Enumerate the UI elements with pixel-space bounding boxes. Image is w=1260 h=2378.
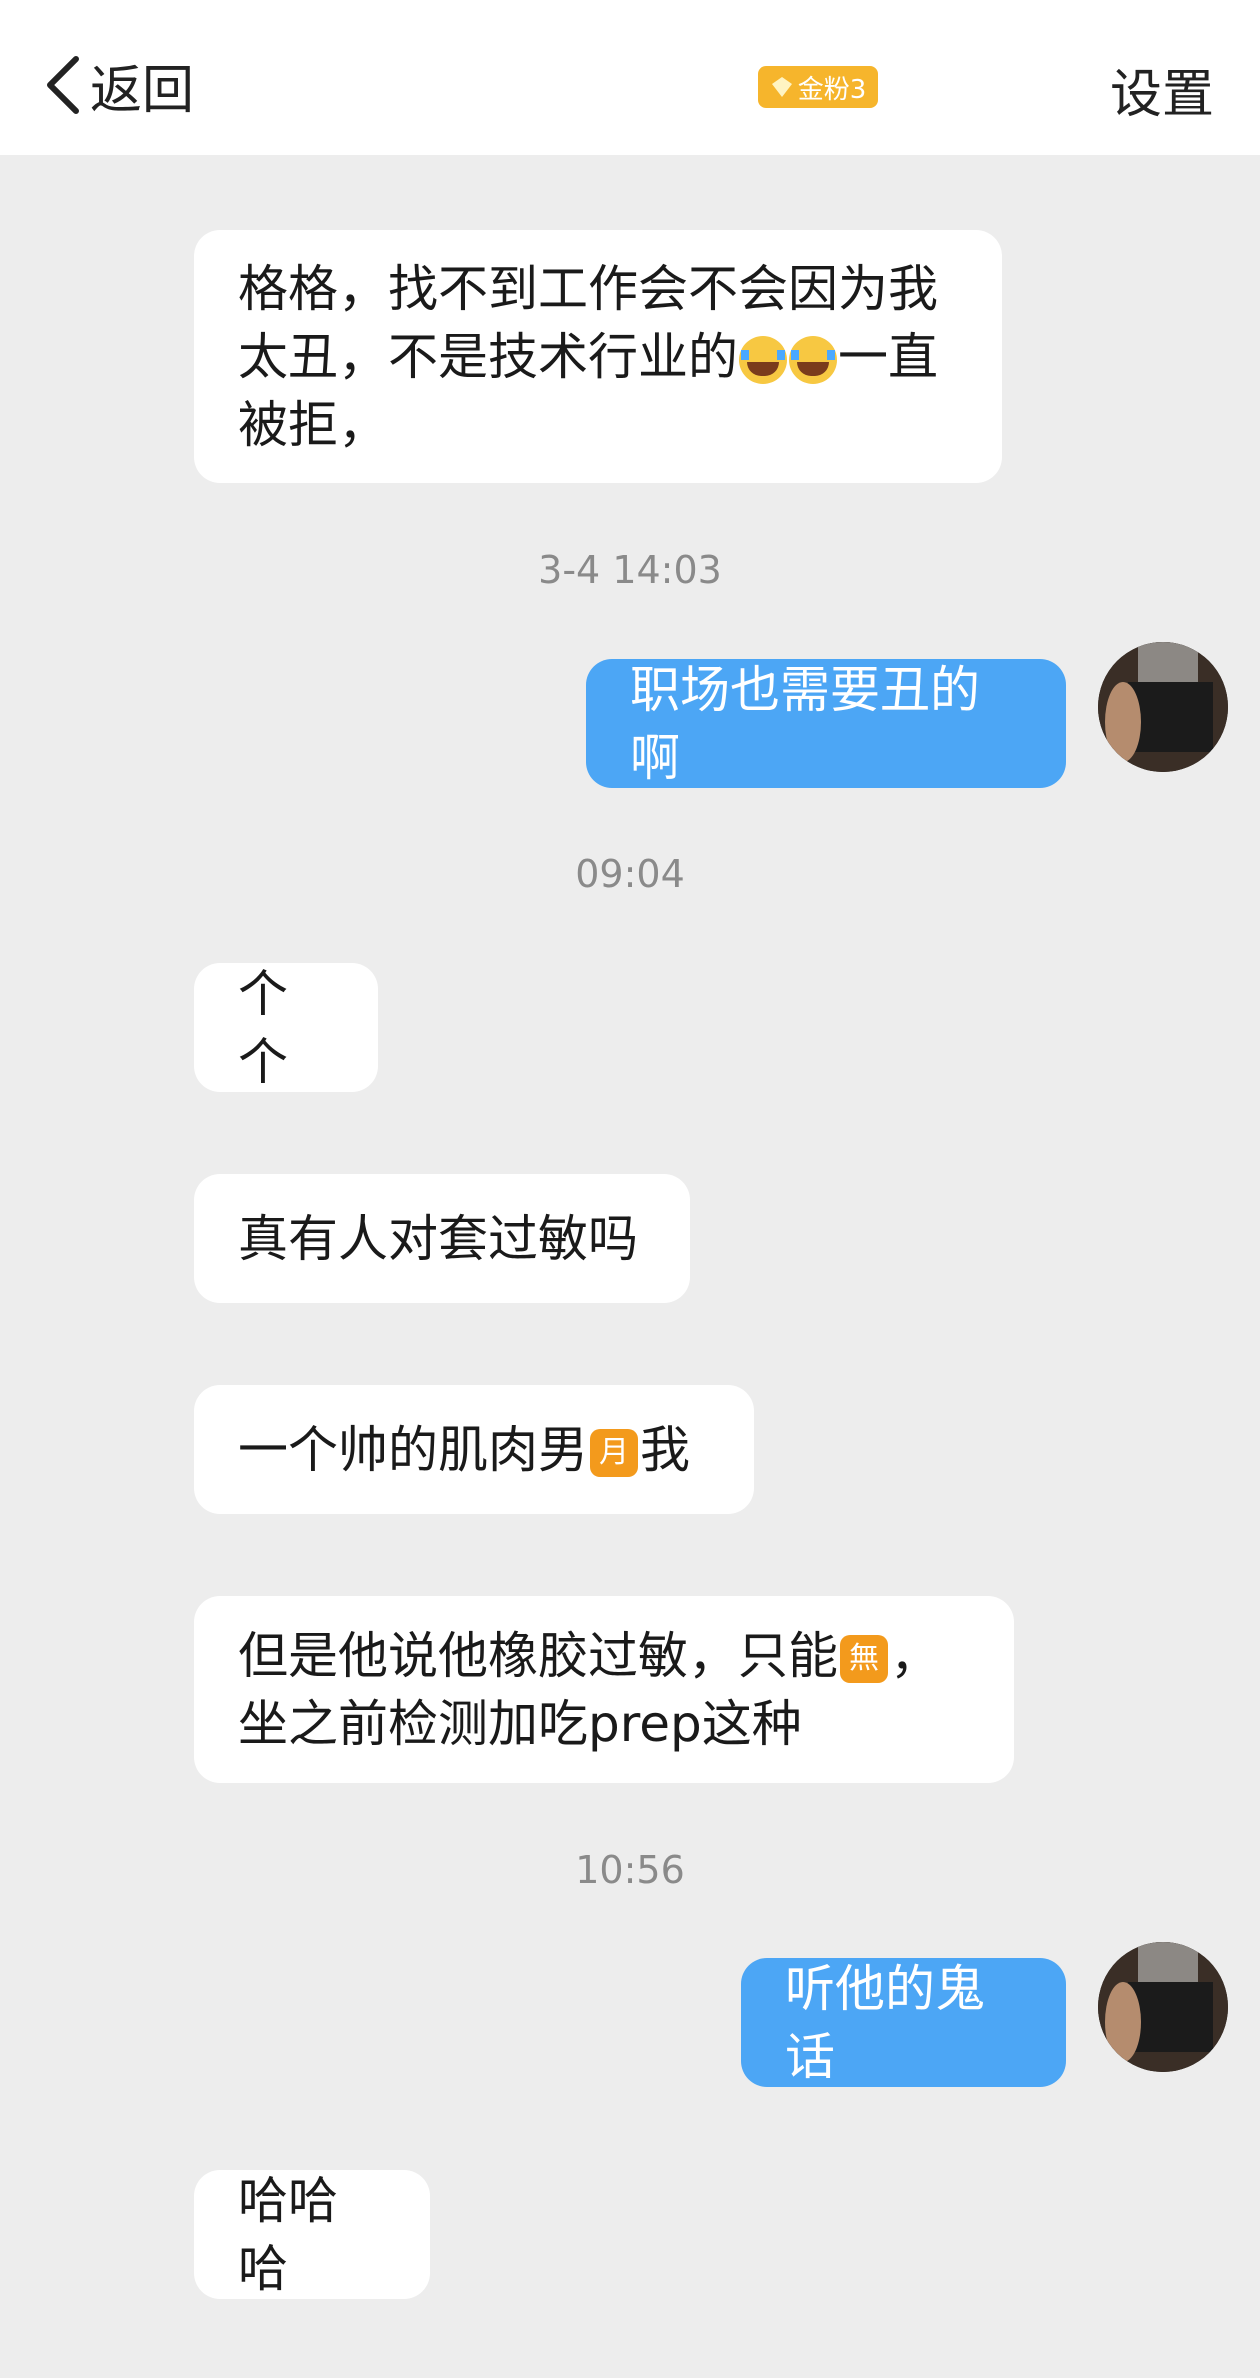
message-text: 听他的鬼话 bbox=[785, 1959, 985, 2086]
crying-face-icon bbox=[789, 336, 837, 384]
message-bubble[interactable]: 真有人对套过敏吗 bbox=[194, 1174, 690, 1303]
message-text: 哈哈哈 bbox=[238, 2171, 338, 2298]
badge-label: 金粉3 bbox=[797, 74, 867, 105]
timestamp: 09:04 bbox=[575, 852, 685, 896]
message-bubble-self[interactable]: 听他的鬼话 bbox=[741, 1958, 1066, 2087]
message-line: 太丑，不是技术行业的 一直 bbox=[238, 327, 938, 386]
moon-emoji-icon: 月 bbox=[590, 1429, 638, 1477]
message-line: 但是他说他橡胶过敏，只能無， bbox=[238, 1626, 940, 1685]
fan-level-badge: 金粉3 bbox=[758, 66, 878, 108]
avatar[interactable] bbox=[1098, 642, 1228, 772]
timestamp: 3-4 14:03 bbox=[538, 548, 722, 592]
avatar[interactable] bbox=[1098, 1942, 1228, 2072]
message-text: 职场也需要丑的啊 bbox=[630, 660, 980, 787]
user-photo-icon bbox=[1098, 642, 1228, 772]
message-line: 坐之前检测加吃prep这种 bbox=[238, 1694, 802, 1753]
message-text: 真有人对套过敏吗 bbox=[238, 1209, 638, 1268]
back-label: 返回 bbox=[90, 60, 195, 121]
message-bubble[interactable]: 哈哈哈 bbox=[194, 2170, 430, 2299]
message-bubble-self[interactable]: 职场也需要丑的啊 bbox=[586, 659, 1066, 788]
message-bubble[interactable]: 但是他说他橡胶过敏，只能無， 坐之前检测加吃prep这种 bbox=[194, 1596, 1014, 1783]
diamond-icon bbox=[771, 77, 792, 97]
message-text: 个个 bbox=[238, 964, 288, 1091]
message-line: 被拒， bbox=[238, 395, 388, 454]
timestamp: 10:56 bbox=[575, 1848, 685, 1892]
none-emoji-icon: 無 bbox=[840, 1635, 888, 1683]
message-text: 一个帅的肌肉男月我 bbox=[238, 1420, 690, 1479]
user-photo-icon bbox=[1098, 1942, 1228, 2072]
crying-face-icon bbox=[739, 336, 787, 384]
back-button[interactable]: 返回 bbox=[40, 50, 195, 121]
message-bubble[interactable]: 个个 bbox=[194, 963, 378, 1092]
message-bubble[interactable]: 格格，找不到工作会不会因为我 太丑，不是技术行业的 一直 被拒， bbox=[194, 230, 1002, 483]
top-navigation-bar: 返回 金粉3 设置 bbox=[0, 0, 1260, 155]
message-bubble[interactable]: 一个帅的肌肉男月我 bbox=[194, 1385, 754, 1514]
message-line: 格格，找不到工作会不会因为我 bbox=[238, 259, 938, 318]
chevron-left-icon bbox=[47, 56, 79, 114]
settings-button[interactable]: 设置 bbox=[1110, 52, 1214, 127]
